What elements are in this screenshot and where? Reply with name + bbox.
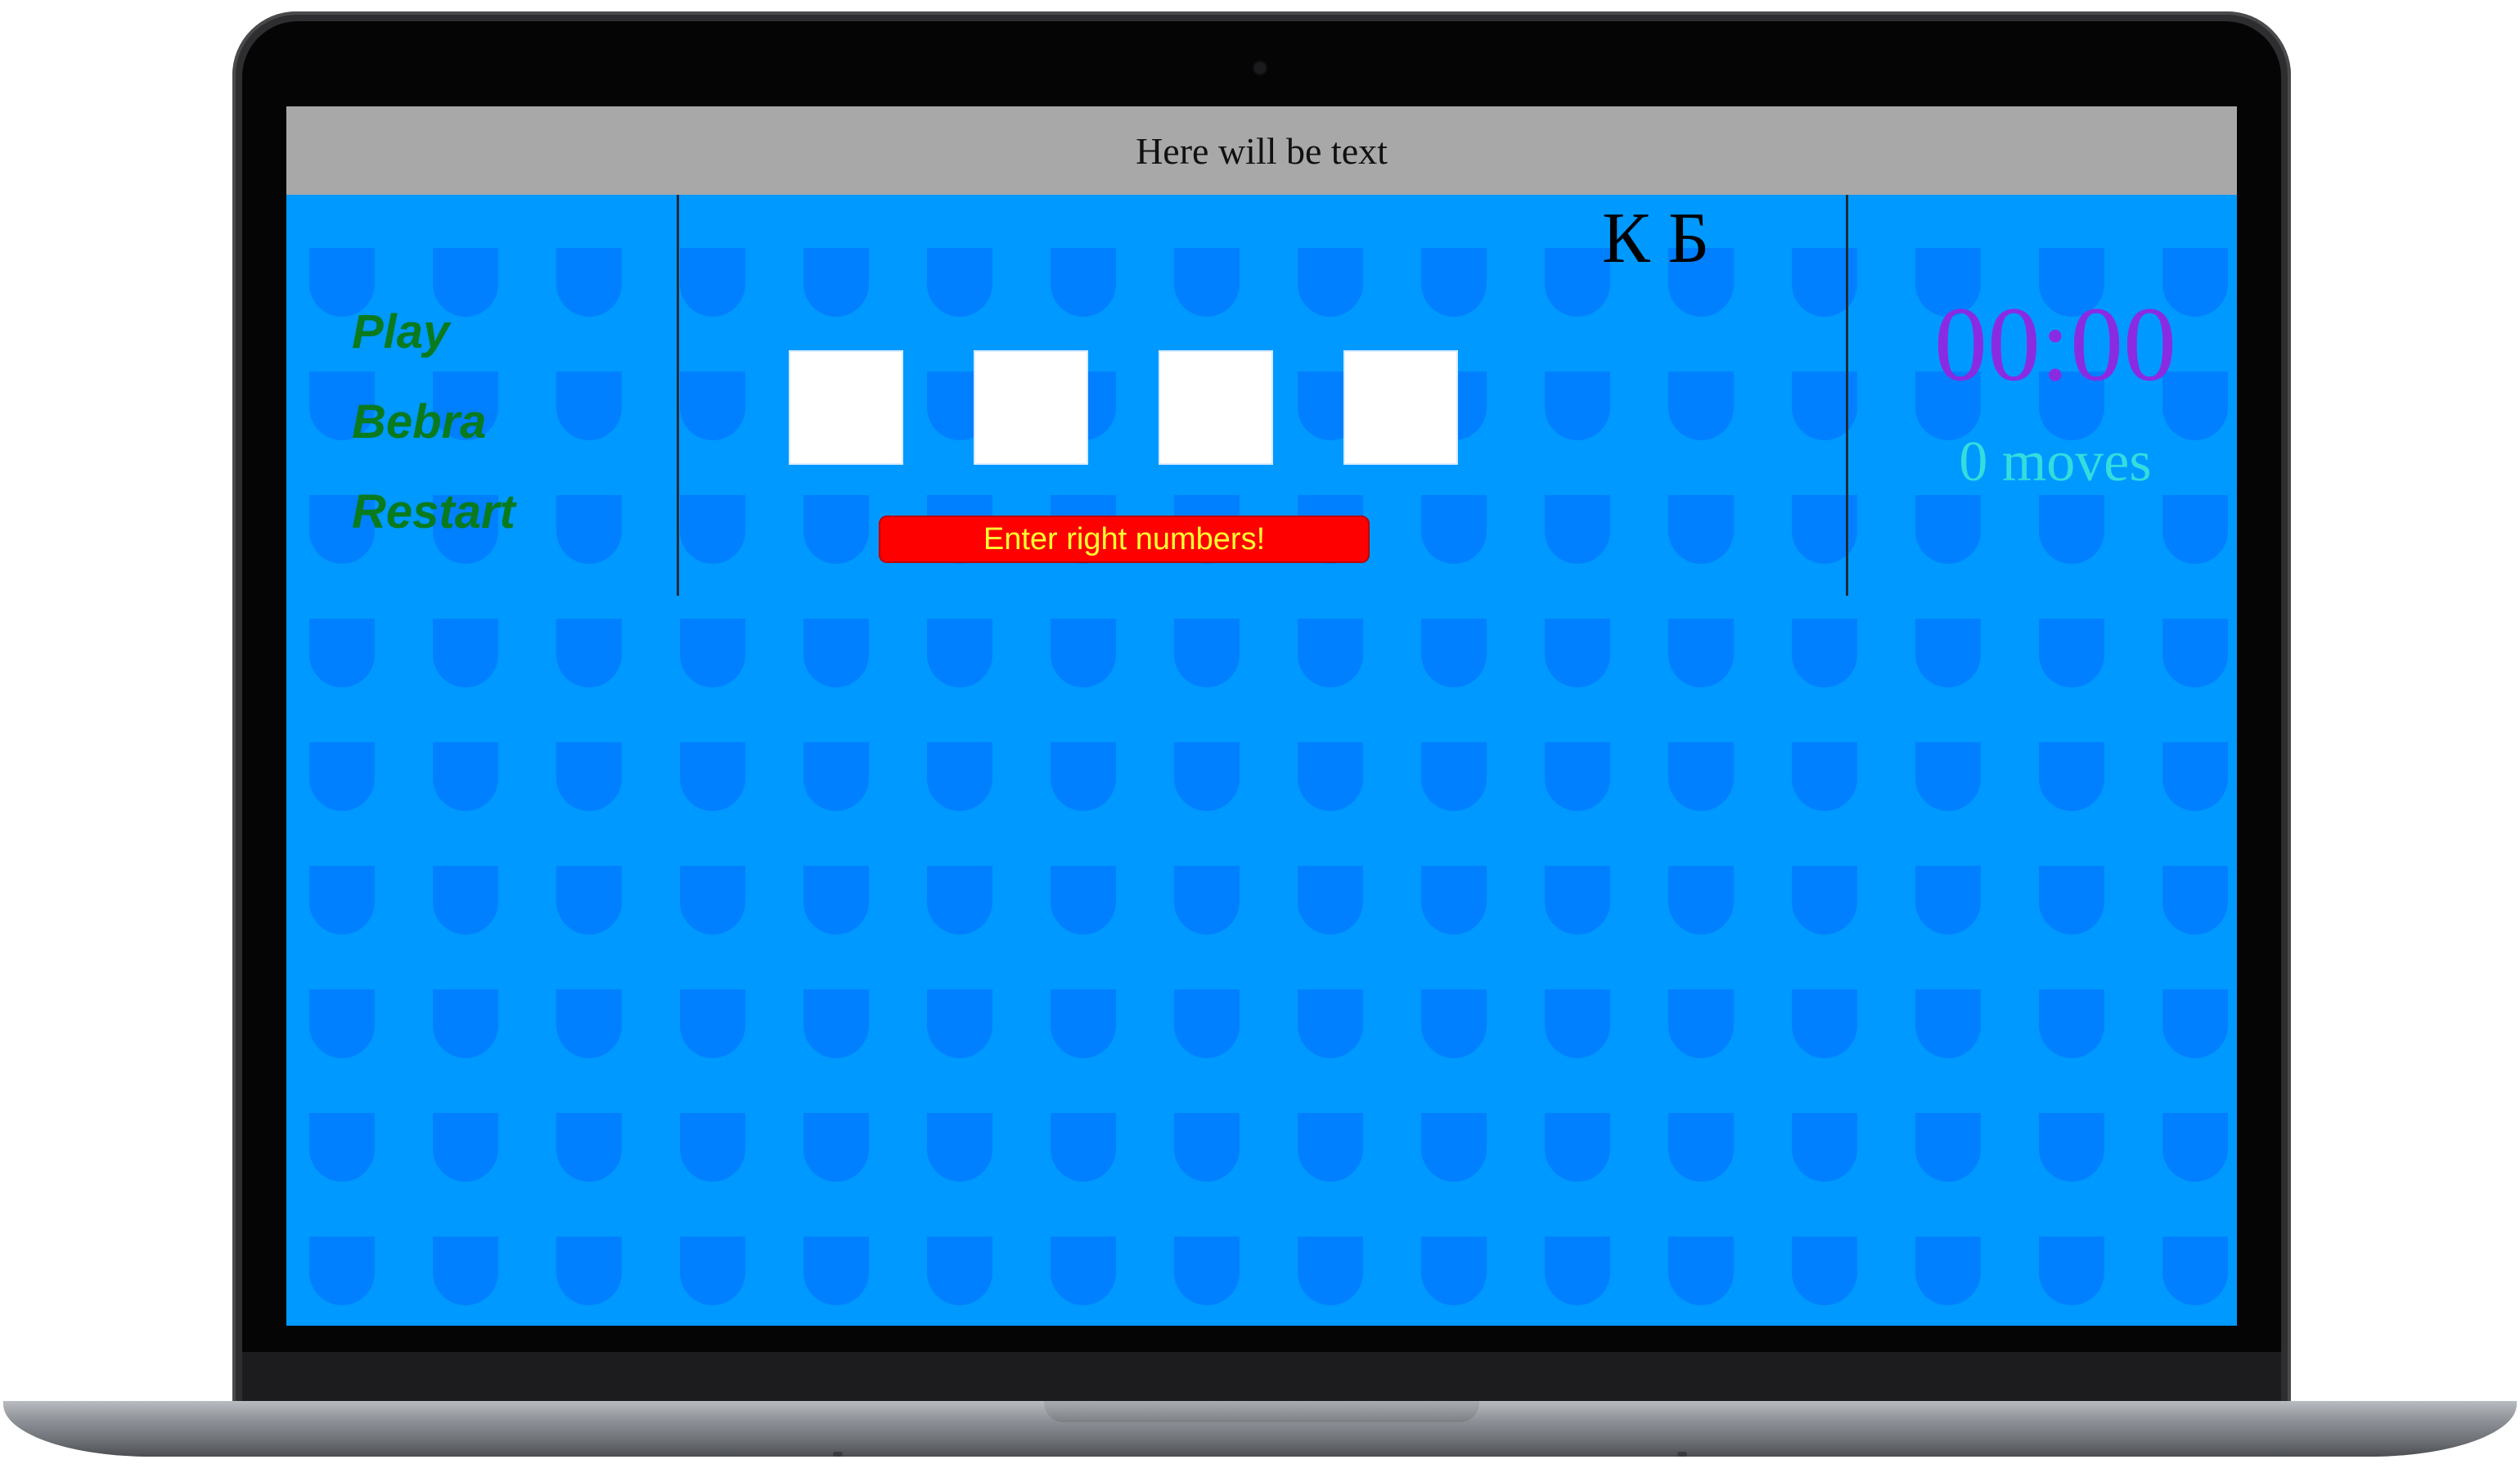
enter-numbers-button[interactable]: Enter right numbers!: [879, 516, 1370, 563]
restart-button[interactable]: Restart: [352, 484, 515, 539]
moves-counter: 0 moves: [1959, 430, 2152, 493]
right-divider: [1846, 195, 1848, 596]
digit-input-1[interactable]: [789, 350, 903, 465]
digit-input-2[interactable]: [974, 350, 1088, 465]
digit-input-4[interactable]: [1343, 350, 1458, 465]
laptop-chin: [242, 1352, 2281, 1404]
header-bar: Here will be text: [286, 106, 2237, 195]
laptop-foot: [833, 1452, 843, 1457]
digit-input-3[interactable]: [1159, 350, 1273, 465]
camera-icon: [1254, 62, 1266, 74]
timer-display: 00:00: [1933, 286, 2177, 403]
player-initials: К Б: [1602, 199, 1710, 278]
left-divider: [677, 195, 679, 596]
play-button[interactable]: Play: [352, 304, 449, 359]
game-screen: Here will be text Play Bebra Restart К Б…: [286, 106, 2237, 1326]
laptop-mockup: Here will be text Play Bebra Restart К Б…: [0, 0, 2520, 1473]
enter-numbers-label: Enter right numbers!: [983, 521, 1266, 556]
laptop-hinge-notch: [1044, 1401, 1479, 1422]
laptop-foot: [1677, 1452, 1687, 1457]
header-text: Here will be text: [1136, 129, 1388, 172]
bebra-button[interactable]: Bebra: [352, 394, 486, 449]
